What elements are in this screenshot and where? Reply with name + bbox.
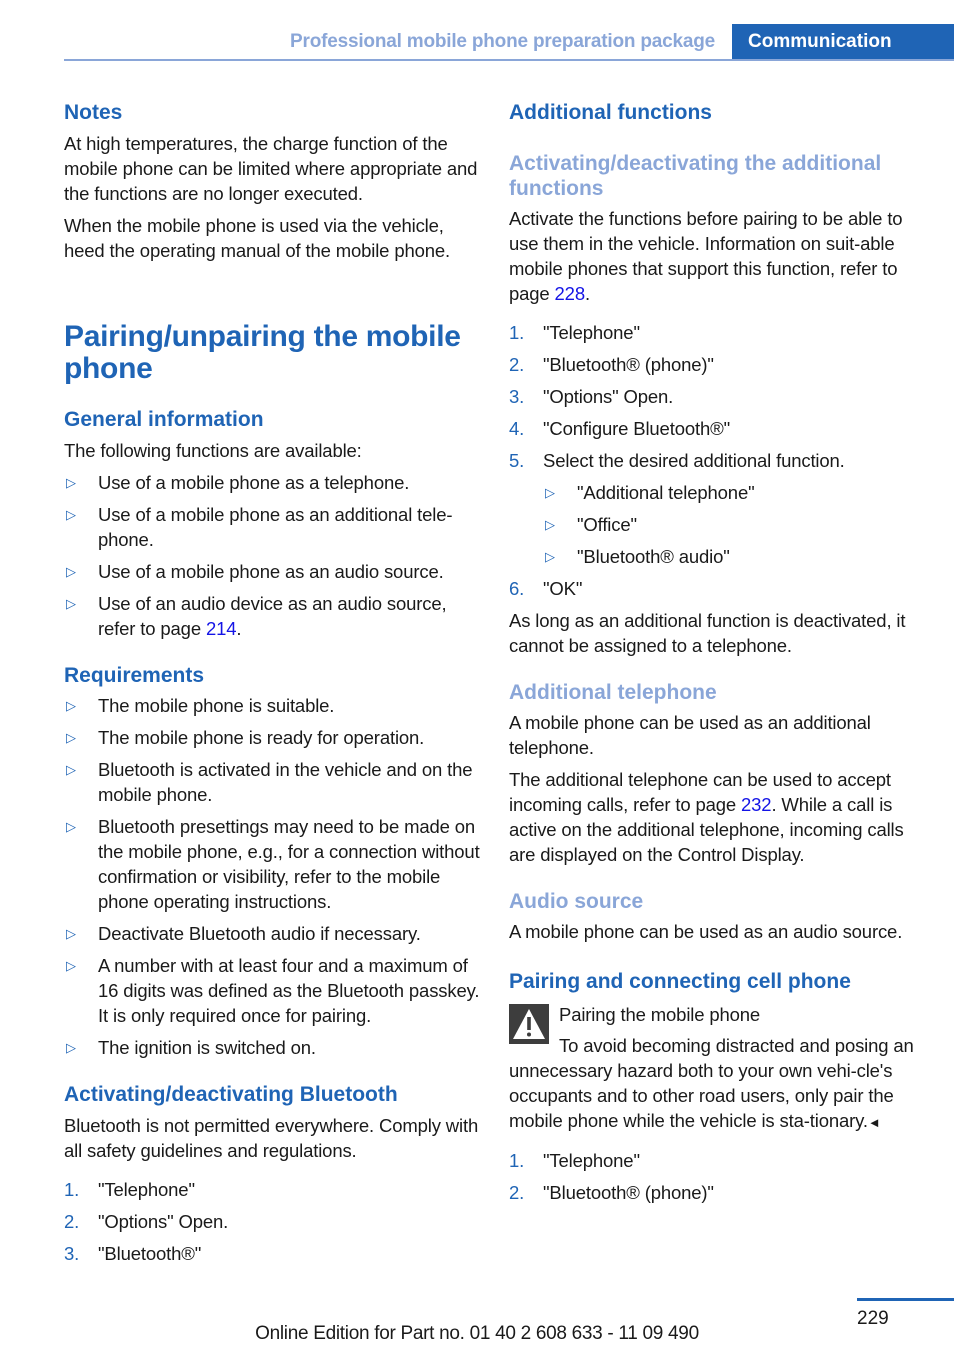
end-marker-icon: ◄	[867, 1115, 881, 1130]
list-item: ▷ Deactivate Bluetooth audio if necessary…	[66, 923, 421, 944]
step-item: 1. "Telephone"	[509, 1150, 640, 1171]
audio-source-heading: Audio source	[509, 890, 644, 913]
general-functions-list: ▷ Use of a mobile phone as a telephone. ▷…	[64, 470, 480, 641]
header-chapter-tab: Communication	[732, 24, 954, 61]
list-item: ▷ The ignition is switched on.	[66, 1037, 316, 1058]
list-item: ▷ The mobile phone is ready for operation…	[66, 727, 425, 748]
option-item: ▷ "Additional telephone"	[545, 482, 755, 503]
list-item: ▷ Use of an audio device as an audio sour…	[66, 593, 447, 639]
step-item: 2. "Bluetooth® (phone)"	[509, 1182, 714, 1203]
triangle-bullet-icon: ▷	[66, 958, 76, 973]
triangle-bullet-icon: ▷	[66, 819, 76, 834]
additional-functions-subheading: Activating/deactivating the additional f…	[509, 152, 882, 200]
step-item: 2. "Options" Open.	[64, 1211, 229, 1232]
notes-heading: Notes	[64, 101, 123, 124]
additional-telephone-p2: The additional telephone can be used to …	[509, 769, 904, 865]
header-divider	[64, 59, 954, 61]
triangle-bullet-icon: ▷	[66, 596, 76, 611]
general-info-heading: General information	[64, 408, 264, 431]
general-info-intro: The following functions are available:	[64, 440, 362, 461]
notes-paragraph-1: At high temperatures, the charge functio…	[64, 133, 478, 204]
additional-functions-heading: Additional functions	[509, 101, 712, 124]
page-link-232[interactable]: 232	[741, 794, 772, 815]
additional-function-options: ▷ "Additional telephone" ▷ "Office" ▷ "Blue…	[543, 480, 925, 569]
step-item: 3. "Options" Open.	[509, 386, 674, 407]
pairing-steps: 1. "Telephone" 2. "Bluetooth® (phone)"	[509, 1148, 925, 1205]
edition-text: Online Edition for Part no. 01 40 2 608 …	[255, 1323, 699, 1344]
step-item: 1. "Telephone"	[64, 1179, 195, 1200]
list-item: ▷ Bluetooth is activated in the vehicle a…	[66, 759, 473, 805]
additional-telephone-heading: Additional telephone	[509, 681, 717, 704]
list-item: ▷ Use of a mobile phone as an audio sourc…	[66, 561, 444, 582]
triangle-bullet-icon: ▷	[66, 698, 76, 713]
additional-telephone-p1: A mobile phone can be used as an additio…	[509, 712, 871, 758]
triangle-bullet-icon: ▷	[545, 485, 555, 500]
additional-functions-note: As long as an additional function is dea…	[509, 610, 906, 656]
triangle-bullet-icon: ▷	[66, 730, 76, 745]
warning-box: Pairing the mobile phone To avoid becomi…	[509, 1002, 925, 1135]
header-section-title: Professional mobile phone preparation pa…	[290, 31, 715, 52]
list-item: ▷ Use of a mobile phone as an additional …	[66, 504, 453, 550]
step-item: 1. "Telephone"	[509, 322, 640, 343]
option-item: ▷ "Bluetooth® audio"	[545, 546, 730, 567]
step-item: 6. "OK"	[509, 578, 583, 599]
triangle-bullet-icon: ▷	[66, 564, 76, 579]
footer-divider	[857, 1298, 954, 1301]
list-item: ▷ Bluetooth presettings may need to be ma…	[66, 816, 480, 912]
right-column: Additional functions Activating/deactiva…	[509, 100, 925, 1205]
triangle-bullet-icon: ▷	[545, 517, 555, 532]
triangle-bullet-icon: ▷	[66, 507, 76, 522]
bluetooth-steps: 1. "Telephone" 2. "Options" Open. 3. "Bluet…	[64, 1177, 480, 1266]
requirements-heading: Requirements	[64, 664, 205, 687]
step-item: 2. "Bluetooth® (phone)"	[509, 354, 714, 375]
additional-functions-steps: 1. "Telephone" 2. "Bluetooth® (phone)" 3. "…	[509, 320, 925, 601]
option-item: ▷ "Office"	[545, 514, 637, 535]
triangle-bullet-icon: ▷	[66, 1040, 76, 1055]
page-link-214[interactable]: 214	[206, 618, 237, 639]
warning-text: To avoid becoming distracted and posing …	[509, 1035, 914, 1131]
warning-title: Pairing the mobile phone	[559, 1004, 761, 1025]
step-item: 5. Select the desired additional function…	[509, 448, 925, 569]
list-item: ▷ Use of a mobile phone as a telephone.	[66, 472, 410, 493]
pairing-heading: Pairing and connecting cell phone	[509, 970, 851, 993]
notes-paragraph-2: When the mobile phone is used via the ve…	[64, 215, 450, 261]
triangle-bullet-icon: ▷	[66, 475, 76, 490]
triangle-bullet-icon: ▷	[545, 549, 555, 564]
step-item: 3. "Bluetooth®"	[64, 1243, 202, 1264]
step-item: 4. "Configure Bluetooth®"	[509, 418, 730, 439]
page-title: Pairing/unpairing the mobile phone	[64, 320, 461, 385]
triangle-bullet-icon: ▷	[66, 762, 76, 777]
list-item: ▷ A number with at least four and a maxim…	[66, 955, 480, 1026]
additional-functions-intro: Activate the functions before pairing to…	[509, 208, 903, 304]
bluetooth-intro: Bluetooth is not permitted everywhere. C…	[64, 1115, 479, 1161]
requirements-list: ▷ The mobile phone is suitable. ▷ The mobi…	[64, 693, 480, 1060]
page-link-228[interactable]: 228	[555, 283, 586, 304]
list-item: ▷ The mobile phone is suitable.	[66, 695, 335, 716]
triangle-bullet-icon: ▷	[66, 926, 76, 941]
warning-triangle-icon	[509, 1004, 549, 1044]
left-column: Notes At high temperatures, the charge f…	[64, 100, 480, 1266]
audio-source-p1: A mobile phone can be used as an audio s…	[509, 921, 903, 942]
bluetooth-heading: Activating/deactivating Bluetooth	[64, 1083, 398, 1106]
